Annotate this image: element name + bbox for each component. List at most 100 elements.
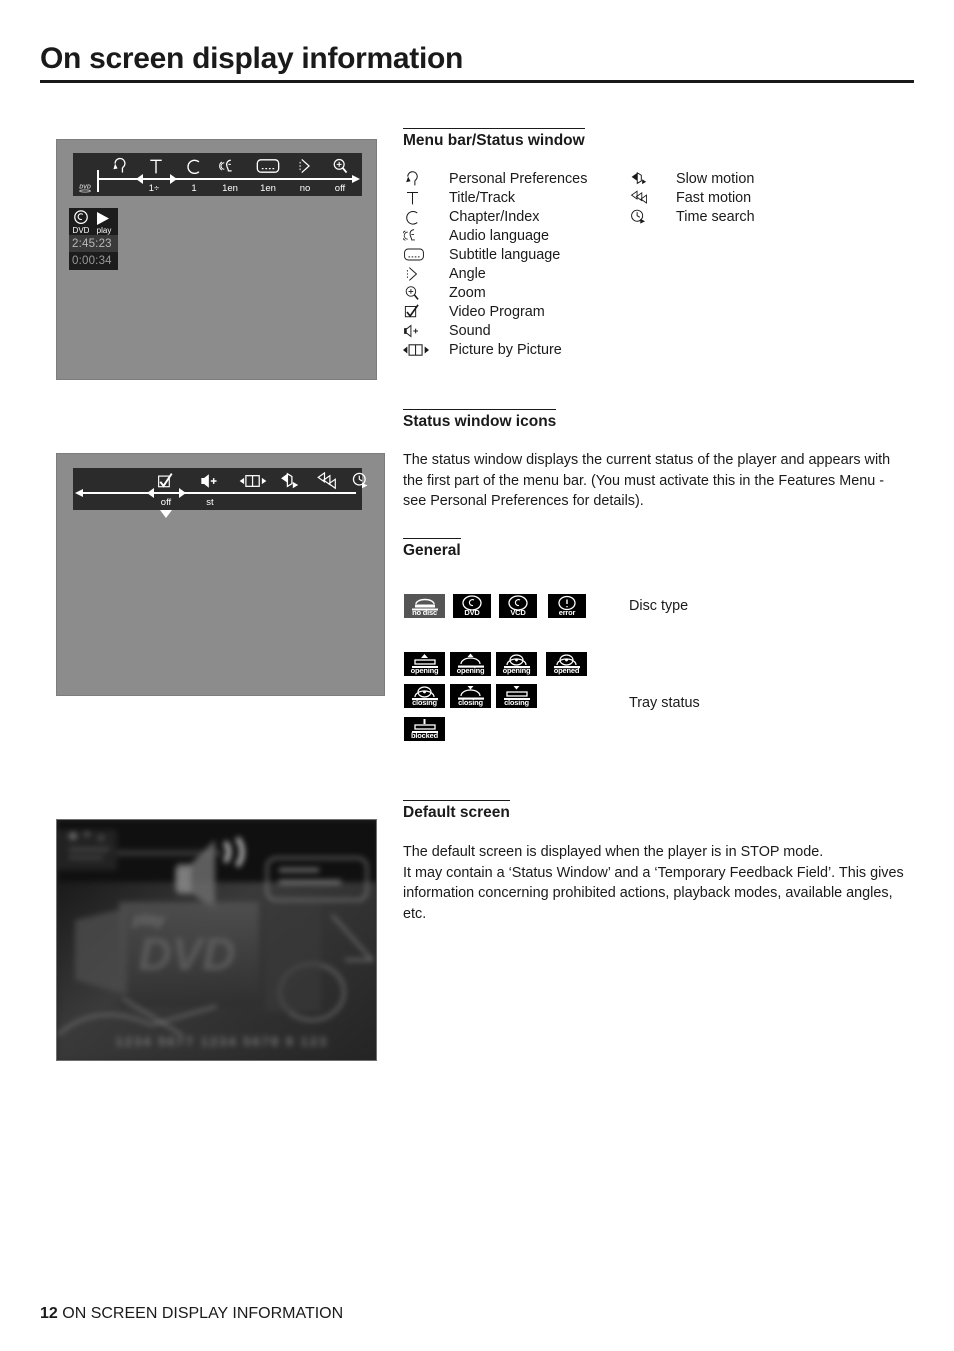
menu-value-sound: st — [206, 497, 214, 508]
dvd-disc-icon: DVD — [453, 594, 491, 618]
title-divider — [40, 80, 914, 83]
svg-text:1234 5677 1234 5678 9 123: 1234 5677 1234 5678 9 123 — [116, 1034, 329, 1049]
menu-value-title: 1÷ — [148, 183, 160, 194]
menu-value-video-program: off — [160, 497, 172, 508]
legend-row-slow-motion: Slow motion — [630, 169, 754, 188]
menu-icon-zoom[interactable] — [329, 157, 351, 175]
legend-label: Zoom — [449, 284, 486, 301]
chip-label: opening — [410, 666, 439, 675]
menu-bar-axis-arrow-left — [75, 489, 83, 497]
tray-opened-icon: opened — [546, 652, 587, 676]
heading-status-window-icons: Status window icons — [403, 409, 557, 431]
video-program-icon — [403, 302, 433, 321]
status-play-label: play — [96, 226, 112, 235]
menu-icon-time-search[interactable] — [351, 472, 373, 490]
legend-row-video-program: Video Program — [403, 302, 545, 321]
photo-content: DVD play 1234 5677 1234 5678 9 123 — [57, 820, 376, 1060]
zoom-icon — [403, 283, 433, 302]
status-disc-label: DVD — [72, 226, 90, 235]
status-play-icon — [95, 211, 111, 226]
legend-label: Video Program — [449, 303, 545, 320]
menu-icon-chapter-index[interactable] — [183, 157, 205, 175]
menu-icon-fast-motion[interactable] — [316, 471, 342, 490]
legend-label: Slow motion — [676, 170, 755, 187]
default-screen-photo: DVD play 1234 5677 1234 5678 9 123 — [56, 819, 377, 1061]
chip-label: no disc — [412, 608, 437, 617]
menu-value-subtitle: 1en — [260, 183, 276, 194]
no-disc-icon: no disc — [404, 594, 445, 618]
menu-value-chapter: 1 — [191, 183, 197, 194]
osd-menu-bar: DVD 1÷ 1 1en 1en no off — [73, 153, 362, 196]
legend-row-audio-language: Audio language — [403, 226, 549, 245]
legend-label: Sound — [449, 322, 491, 339]
menu-value-zoom: off — [334, 183, 346, 194]
menu-icon-audio-language[interactable] — [219, 157, 241, 175]
selection-marker-right — [170, 174, 177, 184]
menu-bar-axis-arrow-right — [352, 175, 360, 183]
tray-closing-3-icon: closing — [496, 684, 537, 708]
tray-closing-1-icon: closing — [404, 684, 445, 708]
status-window-icons-body: The status window displays the current s… — [403, 452, 891, 510]
legend-label: Audio language — [449, 227, 550, 244]
heading-general: General — [403, 538, 461, 560]
screenshot-menu-bar-second-page: off st — [56, 453, 385, 696]
sound-icon — [403, 321, 433, 340]
status-elapsed-time: 0:00:34 — [72, 255, 112, 267]
slow-motion-icon — [630, 169, 660, 188]
title-track-icon — [403, 188, 433, 207]
legend-row-fast-motion: Fast motion — [630, 188, 751, 207]
chip-label: opening — [502, 666, 531, 675]
chip-label: error — [558, 608, 576, 617]
chip-label: blocked — [411, 731, 438, 740]
menu-bar-separator — [97, 170, 99, 192]
heading-default-screen: Default screen — [403, 800, 510, 822]
chip-label: VCD — [510, 608, 526, 617]
disc-type-label: Disc type — [629, 598, 689, 614]
dvd-logo-icon: DVD — [75, 180, 95, 193]
menu-bar-axis — [81, 492, 356, 494]
menu-icon-picture-by-picture[interactable] — [239, 473, 267, 489]
status-disc-icon — [72, 210, 90, 226]
chip-label: DVD — [464, 608, 480, 617]
menu-value-angle: no — [299, 183, 311, 194]
menu-icon-slow-motion[interactable] — [279, 472, 303, 490]
selection-marker-down — [160, 510, 172, 518]
chip-label: closing — [504, 698, 529, 707]
audio-language-icon — [403, 226, 433, 245]
screenshot-menu-bar-status: DVD 1÷ 1 1en 1en no off DVD play 2:45:23… — [56, 139, 377, 380]
picture-by-picture-icon — [403, 340, 433, 359]
page-title: On screen display information — [40, 42, 464, 75]
legend-row-picture-by-picture: Picture by Picture — [403, 340, 562, 359]
footer-section-name: ON SCREEN DISPLAY INFORMATION — [62, 1305, 344, 1322]
menu-icon-subtitle-language[interactable] — [255, 158, 281, 174]
osd-menu-bar-second: off st — [73, 468, 368, 518]
chapter-index-icon — [403, 207, 433, 226]
tray-blocked-icon: blocked — [404, 717, 445, 741]
error-disc-icon: error — [548, 594, 586, 618]
legend-label: Personal Preferences — [449, 170, 588, 187]
menu-icon-title-track[interactable] — [145, 157, 167, 175]
time-search-icon — [630, 207, 660, 226]
legend-row-sound: Sound — [403, 321, 491, 340]
tray-opening-2-icon: opening — [450, 652, 491, 676]
menu-value-audio: 1en — [222, 183, 238, 194]
legend-row-time-search: Time search — [630, 207, 755, 226]
subtitle-language-icon — [403, 245, 433, 264]
angle-icon — [403, 264, 433, 283]
heading-menu-bar-status-window: Menu bar/Status window — [403, 128, 585, 150]
fast-motion-icon — [630, 188, 660, 207]
menu-icon-angle[interactable] — [294, 157, 316, 175]
selection-marker-right — [179, 488, 186, 498]
legend-row-angle: Angle — [403, 264, 486, 283]
chip-label: closing — [458, 698, 483, 707]
tray-opening-3-icon: opening — [496, 652, 537, 676]
menu-icon-sound[interactable] — [199, 472, 221, 490]
status-total-time: 2:45:23 — [72, 238, 112, 250]
menu-icon-video-program[interactable] — [155, 472, 177, 490]
tray-opening-1-icon: opening — [404, 652, 445, 676]
chip-label: opened — [553, 666, 580, 675]
footer-page-number: 12 — [40, 1305, 58, 1322]
legend-row-personal-preferences: Personal Preferences — [403, 169, 587, 188]
menu-icon-personal-preferences[interactable] — [109, 157, 131, 175]
tray-status-label: Tray status — [629, 695, 700, 711]
